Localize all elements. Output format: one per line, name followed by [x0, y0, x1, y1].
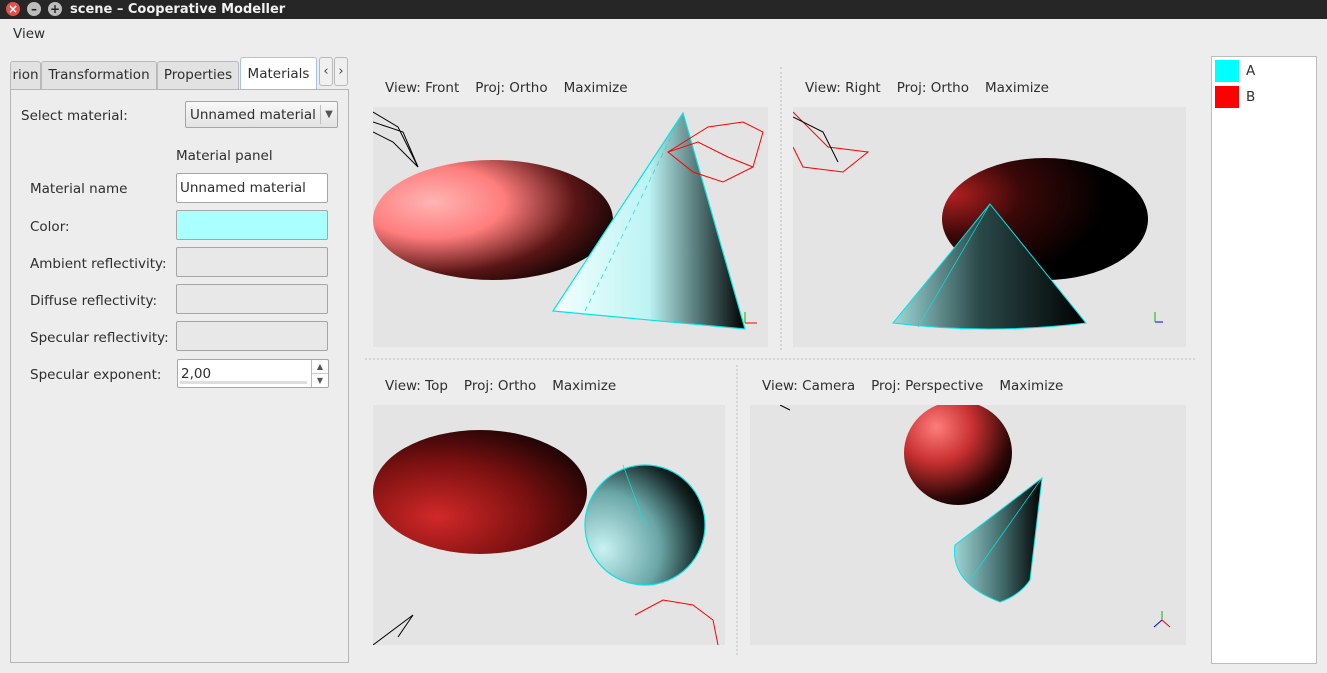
- color-picker-button[interactable]: [176, 210, 328, 240]
- material-name-label: Material name: [30, 181, 128, 197]
- select-material-label: Select material:: [21, 108, 128, 124]
- diffuse-reflectivity-button[interactable]: [176, 284, 328, 314]
- chevron-down-icon[interactable]: ▼: [312, 374, 328, 387]
- viewport-header-top: View: Top Proj: Ortho Maximize: [385, 375, 632, 397]
- viewport-header-front: View: Front Proj: Ortho Maximize: [385, 77, 644, 99]
- color-label: Color:: [30, 219, 70, 235]
- spinbox-slider-bar: [180, 381, 307, 384]
- maximize-button[interactable]: Maximize: [999, 378, 1063, 394]
- object-legend: A B: [1211, 56, 1317, 664]
- view-selector[interactable]: View: Camera: [762, 378, 855, 394]
- tab-transformation[interactable]: Transformation: [41, 61, 157, 89]
- tab-scroll-right-icon[interactable]: ›: [334, 57, 348, 86]
- viewport-header-right: View: Right Proj: Ortho Maximize: [805, 77, 1065, 99]
- diffuse-reflectivity-label: Diffuse reflectivity:: [30, 293, 158, 309]
- maximize-button[interactable]: Maximize: [564, 80, 628, 96]
- projection-selector[interactable]: Proj: Perspective: [871, 378, 983, 394]
- legend-label: A: [1246, 63, 1256, 79]
- ambient-reflectivity-label: Ambient reflectivity:: [30, 256, 167, 272]
- window-titlebar: × – + scene – Cooperative Modeller: [0, 0, 1327, 19]
- view-selector[interactable]: View: Front: [385, 80, 459, 96]
- viewport-divider[interactable]: [736, 365, 738, 655]
- ambient-reflectivity-button[interactable]: [176, 247, 328, 277]
- right-scene: [793, 111, 1163, 330]
- viewport-camera[interactable]: [750, 405, 1186, 645]
- viewport-header-camera: View: Camera Proj: Perspective Maximize: [762, 375, 1079, 397]
- view-selector[interactable]: View: Right: [805, 80, 881, 96]
- front-scene: [373, 111, 764, 330]
- material-select[interactable]: Unnamed material ▼: [185, 101, 338, 128]
- material-select-value: Unnamed material: [190, 107, 316, 123]
- menubar: View: [0, 19, 1327, 49]
- viewport-divider[interactable]: [365, 358, 1195, 360]
- spinbox-buttons: ▲ ▼: [311, 360, 328, 387]
- material-panel-title: Material panel: [176, 148, 273, 164]
- projection-selector[interactable]: Proj: Ortho: [897, 80, 969, 96]
- tab-properties[interactable]: Properties: [157, 61, 239, 89]
- view-selector[interactable]: View: Top: [385, 378, 448, 394]
- maximize-window-button[interactable]: +: [48, 2, 62, 16]
- specular-exponent-label: Specular exponent:: [30, 367, 162, 383]
- specular-reflectivity-button[interactable]: [176, 321, 328, 351]
- legend-swatch: [1215, 60, 1239, 82]
- materials-panel: Select material: Unnamed material ▼ Mate…: [10, 89, 349, 663]
- maximize-button[interactable]: Maximize: [985, 80, 1049, 96]
- specular-exponent-spinbox[interactable]: 2,00 ▲ ▼: [177, 359, 329, 388]
- tab-bar: rion Transformation Properties Materials…: [0, 56, 350, 90]
- tab-materials[interactable]: Materials: [240, 57, 317, 90]
- specular-exponent-value: 2,00: [181, 366, 212, 382]
- camera-scene: [779, 405, 1171, 628]
- viewport-divider[interactable]: [780, 67, 782, 350]
- material-name-input[interactable]: Unnamed material: [176, 173, 328, 203]
- tab-scroll-left-icon[interactable]: ‹: [319, 57, 333, 86]
- window-title: scene – Cooperative Modeller: [70, 2, 286, 17]
- close-window-button[interactable]: ×: [6, 2, 20, 16]
- legend-label: B: [1246, 89, 1256, 105]
- viewport-front[interactable]: [373, 107, 768, 347]
- maximize-button[interactable]: Maximize: [552, 378, 616, 394]
- legend-swatch: [1215, 86, 1239, 108]
- chevron-down-icon: ▼: [320, 105, 337, 124]
- specular-reflectivity-label: Specular reflectivity:: [30, 330, 169, 346]
- viewport-right[interactable]: [793, 107, 1186, 347]
- tab-description[interactable]: rion: [10, 61, 41, 89]
- chevron-up-icon[interactable]: ▲: [312, 360, 328, 374]
- menu-view[interactable]: View: [13, 26, 45, 42]
- projection-selector[interactable]: Proj: Ortho: [464, 378, 536, 394]
- viewport-top[interactable]: [373, 405, 725, 645]
- projection-selector[interactable]: Proj: Ortho: [475, 80, 547, 96]
- top-scene: [373, 430, 719, 645]
- minimize-window-button[interactable]: –: [27, 2, 41, 16]
